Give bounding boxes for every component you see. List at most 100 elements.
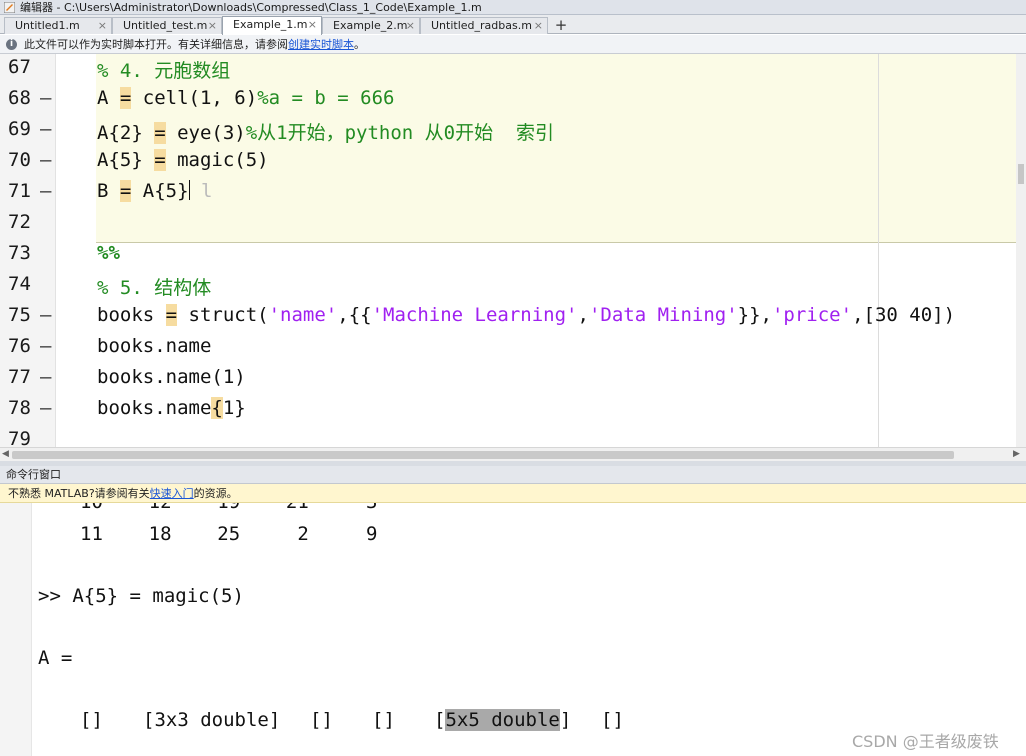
close-icon[interactable]: ×: [308, 17, 317, 32]
line-number: 70: [8, 149, 31, 171]
code-token: books: [97, 304, 166, 326]
code-editor[interactable]: 67 % 4. 元胞数组 68 — A = cell(1, 6)%a = b = 666…: [0, 54, 1026, 448]
code-text: % 5. 结构体: [97, 273, 211, 300]
code-line[interactable]: 75 — books = struct('name',{{'Machine Lear…: [0, 302, 1026, 333]
scrollbar-thumb[interactable]: [1018, 164, 1024, 184]
breakpoint-marker[interactable]: —: [40, 87, 51, 109]
line-number: 78: [8, 397, 31, 419]
code-token: magic(5): [165, 149, 269, 171]
line-number: 74: [8, 273, 31, 295]
code-line[interactable]: 77 — books.name(1): [0, 364, 1026, 395]
line-number: 68: [8, 87, 31, 109]
tab-example-2[interactable]: Example_2.m ×: [322, 17, 420, 34]
code-line[interactable]: 76 — books.name: [0, 333, 1026, 364]
close-icon[interactable]: ×: [534, 18, 543, 33]
breakpoint-marker[interactable]: —: [40, 180, 51, 202]
command-window-gutter: [0, 503, 32, 756]
code-token: books.name: [97, 397, 212, 419]
cell-array-entry: []: [601, 709, 624, 731]
code-text: books.name{1}: [97, 397, 246, 419]
cell-array-entry: []: [80, 709, 103, 731]
command-window-output[interactable]: 10 12 19 21 3 11 18 25 2 9 >> A{5} = mag…: [0, 503, 1026, 756]
notice-text: 不熟悉 MATLAB?请参阅有关: [8, 487, 150, 500]
code-line[interactable]: 69 — A{2} = eye(3)%从1开始，python 从0开始 索引: [0, 116, 1026, 147]
line-number: 67: [8, 56, 31, 78]
code-string: 'Machine Learning': [371, 304, 578, 326]
code-token: A: [97, 87, 120, 109]
tab-label: Untitled1.m: [15, 19, 80, 32]
highlighted-token: =: [165, 304, 178, 326]
live-script-infobar: i 此文件可以作为实时脚本打开。有关详细信息，请参阅创建实时脚本。: [0, 35, 1026, 54]
breakpoint-marker[interactable]: —: [40, 366, 51, 388]
scroll-left-icon[interactable]: ◀: [2, 449, 9, 459]
code-line[interactable]: 78 — books.name{1}: [0, 395, 1026, 426]
cell-array-entry: []: [310, 709, 333, 731]
highlighted-token: =: [119, 180, 132, 202]
code-token: struct(: [177, 304, 269, 326]
breakpoint-marker[interactable]: —: [40, 397, 51, 419]
notice-suffix: 的资源。: [193, 487, 238, 500]
tab-untitled-test[interactable]: Untitled_test.m ×: [112, 17, 222, 34]
getting-started-link[interactable]: 快速入门: [150, 487, 194, 500]
code-line[interactable]: 70 — A{5} = magic(5): [0, 147, 1026, 178]
close-icon[interactable]: ×: [406, 18, 415, 33]
breakpoint-marker[interactable]: —: [40, 118, 51, 140]
tab-untitled-radbas[interactable]: Untitled_radbas.m ×: [420, 17, 548, 34]
line-number: 76: [8, 335, 31, 357]
code-line[interactable]: 72: [0, 209, 1026, 240]
scrollbar-thumb[interactable]: [12, 451, 954, 459]
title-bar: 编辑器 - C:\Users\Administrator\Downloads\C…: [0, 0, 1026, 15]
line-number: 77: [8, 366, 31, 388]
code-token: B: [97, 180, 120, 202]
code-comment: % 4. 元胞数组: [97, 60, 231, 82]
code-token: ,: [577, 304, 589, 326]
create-live-script-link[interactable]: 创建实时脚本: [288, 38, 354, 51]
code-comment: %a = b = 666: [257, 87, 395, 109]
tab-label: Untitled_radbas.m: [431, 19, 532, 32]
code-token: cell(1, 6): [131, 87, 258, 109]
window-title: 编辑器 - C:\Users\Administrator\Downloads\C…: [20, 1, 482, 14]
scroll-right-icon[interactable]: ▶: [1013, 449, 1020, 459]
code-line[interactable]: 73%%: [0, 240, 1026, 271]
breakpoint-marker[interactable]: —: [40, 304, 51, 326]
close-icon[interactable]: ×: [208, 18, 217, 33]
code-text: %%: [97, 242, 120, 264]
close-icon[interactable]: ×: [98, 18, 107, 33]
code-text: books = struct('name',{{'Machine Learnin…: [97, 304, 955, 326]
code-line[interactable]: 67 % 4. 元胞数组: [0, 54, 1026, 85]
code-token: }},: [737, 304, 772, 326]
tab-example-1[interactable]: Example_1.m ×: [222, 16, 322, 35]
code-text: B = A{5} l: [97, 180, 212, 202]
selected-text: 5x5 double: [445, 709, 560, 731]
result-variable-label: A =: [38, 647, 73, 669]
code-token: ,{{: [337, 304, 372, 326]
code-token: A{5}: [97, 149, 155, 171]
code-comment: %从1开始，python 从0开始 索引: [245, 122, 555, 144]
code-text: A{2} = eye(3)%从1开始，python 从0开始 索引: [97, 118, 554, 145]
code-text: % 4. 元胞数组: [97, 56, 230, 83]
code-line[interactable]: 71 — B = A{5} l: [0, 178, 1026, 209]
line-number: 72: [8, 211, 31, 233]
code-line[interactable]: 74 % 5. 结构体: [0, 271, 1026, 302]
line-number: 79: [8, 428, 31, 448]
editor-vertical-scrollbar[interactable]: [1016, 54, 1026, 448]
code-line[interactable]: 68 — A = cell(1, 6)%a = b = 666: [0, 85, 1026, 116]
editor-horizontal-scrollbar[interactable]: ◀ ▶: [0, 447, 1026, 461]
tab-label: Example_2.m: [333, 19, 408, 32]
editor-app-icon: [4, 2, 15, 13]
matrix-row: 11 18 25 2 9: [80, 523, 378, 545]
breakpoint-marker[interactable]: —: [40, 335, 51, 357]
breakpoint-marker[interactable]: —: [40, 149, 51, 171]
tab-untitled1[interactable]: Untitled1.m ×: [4, 17, 112, 34]
code-line[interactable]: 79: [0, 426, 1026, 448]
add-tab-button[interactable]: +: [550, 16, 572, 34]
code-string: 'price': [771, 304, 853, 326]
code-token: l: [189, 180, 213, 202]
code-text: A = cell(1, 6)%a = b = 666: [97, 87, 394, 109]
cell-array-entry: [3x3 double]: [143, 709, 281, 731]
cell-array-entry-selected: [5x5 double]: [434, 709, 572, 731]
code-token: books.name: [97, 335, 212, 357]
code-token: A{2}: [97, 122, 155, 144]
command-window-header: 命令行窗口: [0, 466, 1026, 484]
code-text: books.name(1): [97, 366, 246, 388]
